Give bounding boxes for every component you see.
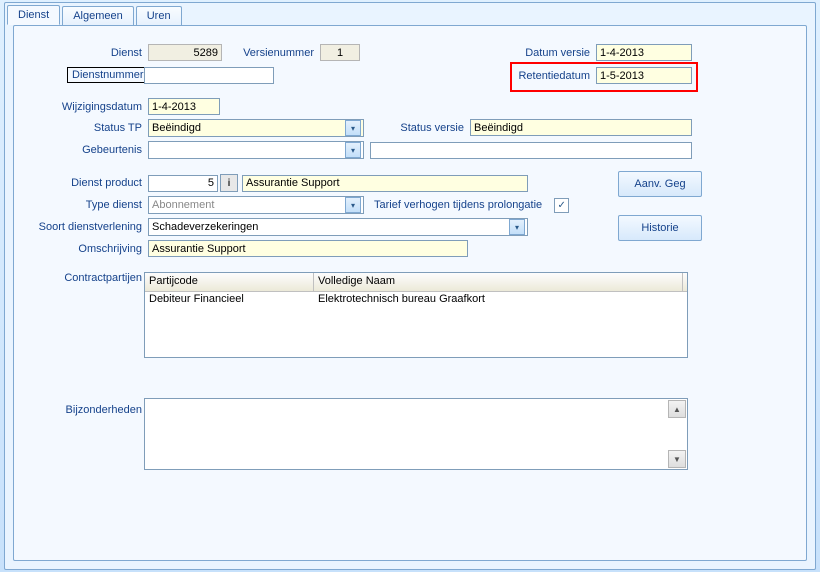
- chevron-down-icon: ▾: [345, 197, 361, 213]
- select-type-dienst-value: Abonnement: [152, 199, 214, 211]
- field-datum-versie[interactable]: [596, 44, 692, 61]
- table-row[interactable]: Debiteur Financieel Elektrotechnisch bur…: [145, 292, 687, 308]
- chevron-down-icon: ▾: [345, 120, 361, 136]
- historie-button[interactable]: Historie: [618, 215, 702, 241]
- td-partijcode: Debiteur Financieel: [145, 292, 314, 308]
- aanv-geg-button[interactable]: Aanv. Geg: [618, 171, 702, 197]
- table-contractpartijen[interactable]: Partijcode Volledige Naam Debiteur Finan…: [144, 272, 688, 358]
- select-gebeurtenis[interactable]: ▾: [148, 141, 364, 159]
- lbl-datum-versie: Datum versie: [490, 47, 596, 59]
- lbl-type-dienst: Type dienst: [14, 199, 148, 211]
- lbl-status-versie: Status versie: [372, 122, 470, 134]
- info-button[interactable]: i: [220, 174, 238, 192]
- field-dienst[interactable]: [148, 44, 222, 61]
- field-retentiedatum[interactable]: [596, 67, 692, 84]
- lbl-dienstnummer: Dienstnummer: [67, 67, 149, 83]
- textarea-bijzonderheden[interactable]: ▲ ▼: [144, 398, 688, 470]
- field-gebeurtenis-text[interactable]: [370, 142, 692, 159]
- field-dienst-product-naam: [242, 175, 528, 192]
- lbl-status-tp: Status TP: [14, 122, 148, 134]
- field-status-versie[interactable]: [470, 119, 692, 136]
- chevron-down-icon: ▾: [345, 142, 361, 158]
- select-status-tp[interactable]: Beëindigd ▾: [148, 119, 364, 137]
- form-panel: Dienst Versienummer Datum versie Dienstn…: [13, 25, 807, 561]
- tab-dienst[interactable]: Dienst: [7, 5, 60, 25]
- lbl-contractpartijen: Contractpartijen: [14, 272, 148, 284]
- td-volledige-naam: Elektrotechnisch bureau Graafkort: [314, 292, 683, 308]
- lbl-versienummer: Versienummer: [232, 47, 320, 59]
- lbl-dienst: Dienst: [14, 47, 148, 59]
- field-dienst-product-code[interactable]: [148, 175, 218, 192]
- lbl-gebeurtenis: Gebeurtenis: [14, 144, 148, 156]
- tab-algemeen[interactable]: Algemeen: [62, 6, 134, 25]
- scroll-up-icon[interactable]: ▲: [668, 400, 686, 418]
- tab-uren[interactable]: Uren: [136, 6, 182, 25]
- field-omschrijving[interactable]: [148, 240, 468, 257]
- tab-strip: Dienst Algemeen Uren: [5, 2, 815, 24]
- lbl-soort-dienstverlening: Soort dienstverlening: [14, 221, 148, 233]
- field-wijzigingsdatum[interactable]: [148, 98, 220, 115]
- lbl-tarief-verhogen: Tarief verhogen tijdens prolongatie: [364, 199, 548, 211]
- lbl-wijzigingsdatum: Wijzigingsdatum: [14, 101, 148, 113]
- select-soort-dienstverlening-value: Schadeverzekeringen: [152, 221, 258, 233]
- select-status-tp-value: Beëindigd: [152, 122, 201, 134]
- table-header: Partijcode Volledige Naam: [145, 273, 687, 292]
- main-window: Dienst Algemeen Uren Dienst Versienummer…: [4, 2, 816, 570]
- chevron-down-icon: ▾: [509, 219, 525, 235]
- select-type-dienst[interactable]: Abonnement ▾: [148, 196, 364, 214]
- select-soort-dienstverlening[interactable]: Schadeverzekeringen ▾: [148, 218, 528, 236]
- lbl-omschrijving: Omschrijving: [14, 243, 148, 255]
- checkbox-tarief-verhogen[interactable]: ✓: [554, 198, 569, 213]
- field-dienstnummer[interactable]: [144, 67, 274, 84]
- field-versienummer[interactable]: [320, 44, 360, 61]
- th-volledige-naam[interactable]: Volledige Naam: [314, 273, 683, 291]
- lbl-retentiedatum: Retentiedatum: [490, 70, 596, 82]
- th-partijcode[interactable]: Partijcode: [145, 273, 314, 291]
- lbl-bijzonderheden: Bijzonderheden: [14, 404, 148, 416]
- scroll-down-icon[interactable]: ▼: [668, 450, 686, 468]
- lbl-dienst-product: Dienst product: [14, 177, 148, 189]
